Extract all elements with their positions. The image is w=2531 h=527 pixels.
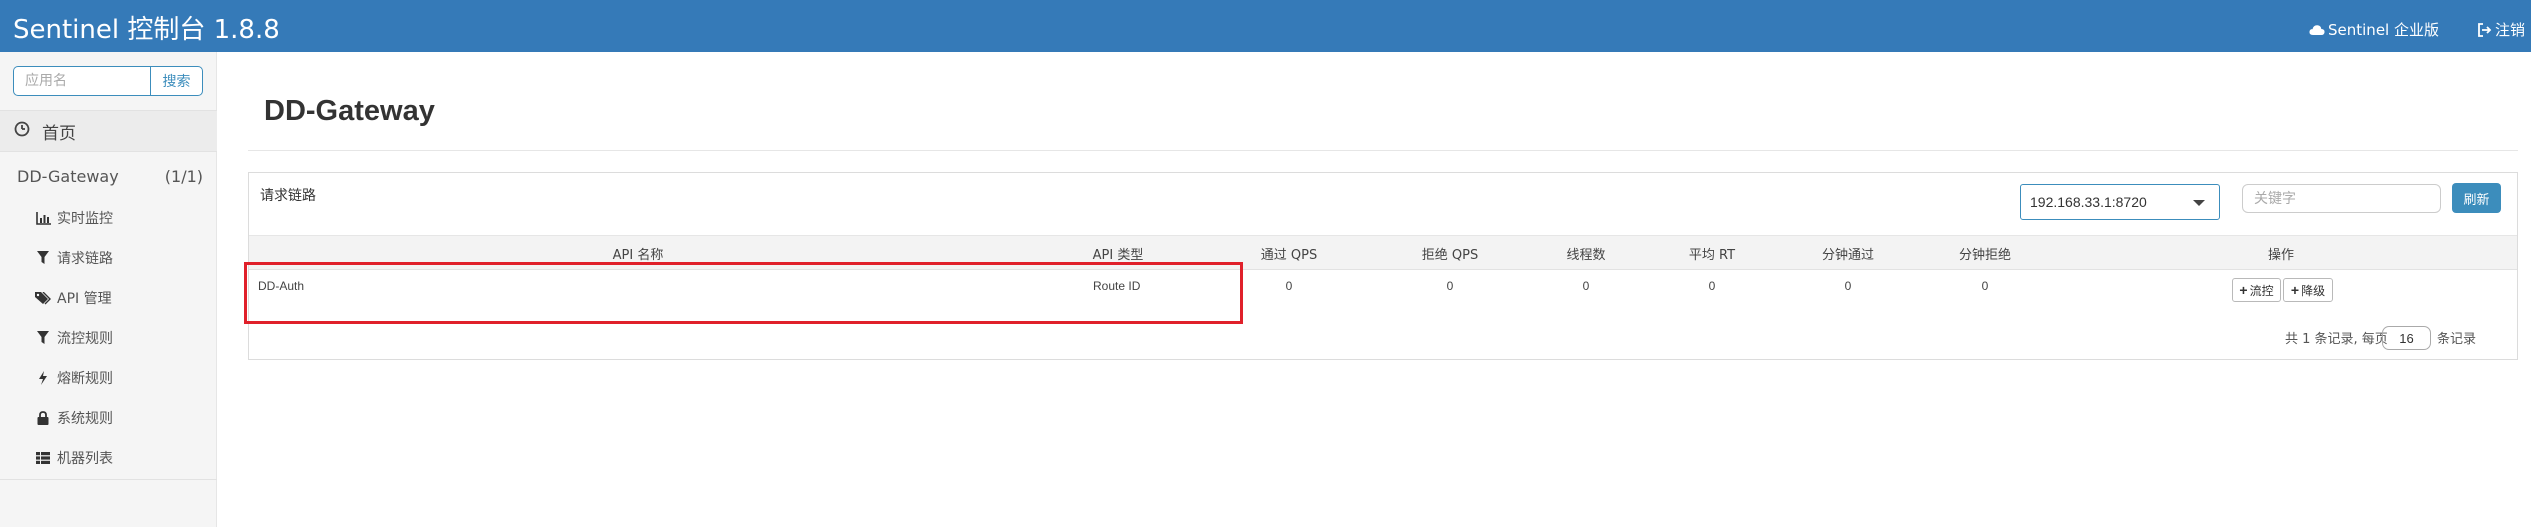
cloud-icon xyxy=(2309,24,2325,36)
sidebar-item-label: 机器列表 xyxy=(57,451,113,467)
page-title: DD-Gateway xyxy=(264,95,435,127)
sidebar-item-label: 熔断规则 xyxy=(57,371,113,387)
app-machine-count: (1/1) xyxy=(164,166,203,186)
sidebar-app-dd-gateway[interactable]: DD-Gateway (1/1) xyxy=(0,155,217,197)
sidebar-item-request-chain[interactable]: 请求链路 xyxy=(0,238,217,278)
column-header-threads[interactable]: 线程数 xyxy=(1566,244,1605,263)
machine-select[interactable]: 192.168.33.1:8720 xyxy=(2020,184,2220,220)
column-header-actions: 操作 xyxy=(2267,248,2295,263)
top-navbar: Sentinel 控制台 1.8.8 Sentinel 企业版 注销 xyxy=(0,0,2531,52)
cell-minute-block: 0 xyxy=(1981,279,1989,293)
logout-link[interactable]: 注销 xyxy=(2477,19,2525,40)
brand-title[interactable]: Sentinel 控制台 1.8.8 xyxy=(13,9,280,46)
add-degrade-rule-label: 降级 xyxy=(2301,283,2326,298)
title-divider xyxy=(248,150,2518,151)
sidebar-item-label: 请求链路 xyxy=(57,251,113,267)
highlight-annotation-box xyxy=(244,262,1243,324)
sidebar-item-system-rules[interactable]: 系统规则 xyxy=(0,398,217,438)
filter-icon xyxy=(35,251,51,265)
sidebar-item-home[interactable]: 首页 xyxy=(0,110,217,152)
pagination-summary: 共 1 条记录, 每页 xyxy=(2285,332,2388,347)
sidebar-item-label: 系统规则 xyxy=(57,411,113,427)
machine-select-value: 192.168.33.1:8720 xyxy=(2030,194,2147,210)
column-header-avg-rt[interactable]: 平均 RT xyxy=(1689,244,1735,263)
logout-icon xyxy=(2477,22,2492,37)
column-header-pass-qps[interactable]: 通过 QPS xyxy=(1261,244,1317,263)
tags-icon xyxy=(35,291,51,305)
column-header-minute-pass[interactable]: 分钟通过 xyxy=(1822,244,1874,263)
sidebar-item-machine-list[interactable]: 机器列表 xyxy=(0,438,217,478)
panel-title: 请求链路 xyxy=(260,188,316,204)
sidebar-item-degrade-rules[interactable]: 熔断规则 xyxy=(0,358,217,398)
cell-pass-qps: 0 xyxy=(1285,279,1293,293)
pagination-suffix: 条记录 xyxy=(2437,332,2477,347)
sidebar-item-label: 流控规则 xyxy=(57,331,113,347)
add-flow-rule-label: 流控 xyxy=(2249,283,2274,298)
panel-header: 请求链路 192.168.33.1:8720 刷新 xyxy=(249,173,2517,236)
sidebar-divider xyxy=(0,479,217,480)
add-flow-rule-button[interactable]: + 流控 xyxy=(2232,278,2281,302)
column-header-block-qps[interactable]: 拒绝 QPS xyxy=(1422,244,1478,263)
sidebar-item-label: API 管理 xyxy=(57,291,112,307)
cell-threads: 0 xyxy=(1582,279,1590,293)
dashboard-icon xyxy=(14,121,30,142)
cell-minute-pass: 0 xyxy=(1844,279,1852,293)
cell-block-qps: 0 xyxy=(1446,279,1454,293)
sidebar-item-realtime-monitor[interactable]: 实时监控 xyxy=(0,198,217,238)
keyword-search-input[interactable] xyxy=(2242,184,2441,213)
app-name: DD-Gateway xyxy=(17,166,119,186)
lock-icon xyxy=(35,411,51,425)
sidebar-item-flow-rules[interactable]: 流控规则 xyxy=(0,318,217,358)
logout-link-label: 注销 xyxy=(2495,21,2526,39)
column-header-api-name[interactable]: API 名称 xyxy=(613,244,664,263)
caret-down-icon xyxy=(2193,200,2205,206)
th-list-icon xyxy=(35,452,51,464)
enterprise-link-label: Sentinel 企业版 xyxy=(2328,21,2439,39)
flash-icon xyxy=(35,371,51,385)
add-degrade-rule-button[interactable]: + 降级 xyxy=(2283,278,2333,302)
app-search-input[interactable] xyxy=(13,66,151,96)
filter-icon xyxy=(35,331,51,345)
page-size-input[interactable]: 16 xyxy=(2382,326,2431,350)
sidebar-item-label: 实时监控 xyxy=(57,211,113,227)
sidebar: 搜索 首页 DD-Gateway (1/1) 实时监控 请求链路 API 管理 … xyxy=(0,52,217,527)
plus-icon: + xyxy=(2239,282,2248,298)
enterprise-link[interactable]: Sentinel 企业版 xyxy=(2309,19,2439,40)
search-button[interactable]: 搜索 xyxy=(150,66,203,96)
column-header-api-type[interactable]: API 类型 xyxy=(1093,244,1144,263)
bar-chart-icon xyxy=(35,211,51,225)
plus-icon: + xyxy=(2290,282,2300,298)
column-header-minute-block[interactable]: 分钟拒绝 xyxy=(1959,244,2011,263)
sidebar-item-label: 首页 xyxy=(42,123,76,144)
refresh-button[interactable]: 刷新 xyxy=(2452,183,2501,213)
sidebar-item-api-management[interactable]: API 管理 xyxy=(0,278,217,318)
cell-avg-rt: 0 xyxy=(1708,279,1716,293)
